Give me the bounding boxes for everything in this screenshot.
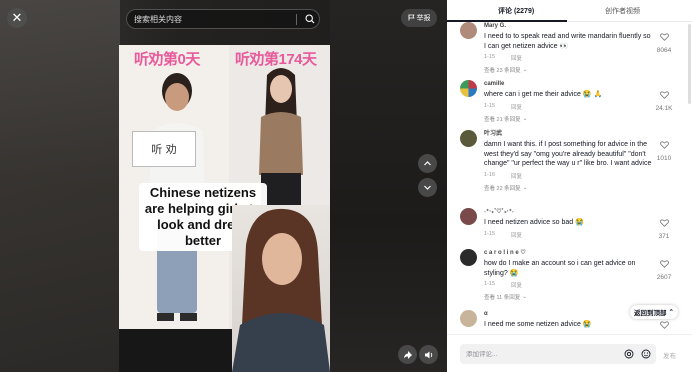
like-button[interactable]: 8064: [652, 28, 676, 54]
heart-icon: [659, 91, 669, 99]
facecam-overlay: [232, 205, 330, 372]
view-replies-link[interactable]: 查看 22 条回复 ⌄: [484, 184, 654, 192]
view-replies-label: 查看 11 条回复: [484, 295, 521, 301]
volume-button[interactable]: [419, 345, 438, 364]
avatar[interactable]: [460, 80, 477, 97]
like-count: 8064: [656, 47, 672, 54]
next-video-button[interactable]: [418, 178, 437, 197]
avatar[interactable]: [460, 310, 477, 327]
tab-comments[interactable]: 评论 (2279): [498, 6, 534, 16]
comment-username[interactable]: ˖⁺‧₊˚♡˚₊‧⁺˖: [484, 208, 654, 217]
view-replies-label: 查看 22 条回复: [484, 185, 521, 192]
comment-username[interactable]: Mary G.: [484, 22, 654, 31]
blurred-background-left: [0, 0, 120, 372]
comment-input-bar: 发布: [447, 334, 692, 372]
volume-icon: [424, 351, 432, 358]
arrow-up-icon: ⌃: [668, 309, 674, 316]
like-button[interactable]: 2607: [652, 255, 676, 281]
reply-button[interactable]: 回复: [511, 281, 522, 289]
comment-username[interactable]: α: [484, 310, 654, 319]
comment-text: I need netizen advice so bad 😭: [484, 219, 584, 226]
like-button[interactable]: 24.1K: [652, 86, 676, 112]
report-button[interactable]: 举报: [401, 9, 437, 27]
heart-icon: [659, 33, 669, 41]
mention-icon[interactable]: [622, 347, 636, 361]
share-button[interactable]: [398, 345, 417, 364]
post-button[interactable]: 发布: [663, 350, 676, 360]
video-player[interactable]: ✕ 举报 听劝第0天 听 劝 听劝第174天: [0, 0, 447, 372]
comments-scrollbar[interactable]: [688, 24, 691, 104]
comment-username[interactable]: c a r o l i n e ♡: [484, 249, 654, 258]
avatar[interactable]: [460, 249, 477, 266]
comment-date: 1-15: [484, 102, 496, 109]
emoji-icon[interactable]: [639, 347, 653, 361]
heart-icon: [659, 321, 669, 329]
like-button[interactable]: 1010: [652, 136, 676, 162]
chevron-up-icon: [424, 161, 431, 166]
comment-text: how do I make an account so i can get ad…: [484, 260, 636, 277]
search-bar: [126, 9, 320, 29]
chevron-down-icon: ⌄: [522, 184, 528, 191]
heart-icon: [659, 219, 669, 227]
comment-username[interactable]: 叶习武: [484, 130, 654, 139]
like-count: 371: [658, 233, 670, 240]
like-count: 24.1K: [655, 105, 673, 112]
view-replies-label: 查看 23 条回复: [484, 68, 521, 74]
close-icon[interactable]: ✕: [7, 8, 27, 28]
like-count: 1010: [656, 155, 672, 162]
comment-date: 1-16: [484, 171, 496, 178]
comment-text: I need me some netizen advice 😭: [484, 321, 592, 328]
chevron-down-icon: ⌄: [522, 67, 528, 73]
view-replies-label: 查看 21 条回复: [484, 116, 521, 123]
chevron-down-icon: ⌄: [522, 294, 527, 300]
comment-text: damn I want this. if I post something fo…: [484, 141, 652, 167]
chevron-down-icon: ⌄: [522, 115, 528, 122]
view-replies-link[interactable]: 查看 11 条回复 ⌄: [484, 293, 654, 301]
comment-text: I need to to speak read and write mandar…: [484, 33, 651, 50]
reply-button[interactable]: 回复: [511, 103, 522, 111]
back-to-top-button[interactable]: 返回到顶部 ⌃: [630, 305, 678, 319]
tab-creator-videos[interactable]: 创作者视频: [605, 6, 640, 16]
reply-button[interactable]: 回复: [511, 54, 522, 62]
report-label: 举报: [416, 15, 431, 22]
comment-list: Mary G. I need to to speak read and writ…: [447, 22, 692, 332]
view-replies-link[interactable]: 查看 23 条回复 ⌄: [484, 66, 654, 74]
heart-icon: [659, 141, 669, 149]
avatar[interactable]: [460, 130, 477, 147]
back-to-top-label: 返回到顶部: [634, 310, 667, 317]
comment-input-wrapper: [460, 344, 656, 364]
video-frame: 听劝第0天 听 劝 听劝第174天 Chinese netizens are h…: [119, 45, 330, 372]
panel-tabs: 评论 (2279) 创作者视频: [447, 0, 692, 22]
comment-date: 1-15: [484, 230, 496, 237]
comment-date: 1-15: [484, 281, 496, 287]
search-divider: [296, 13, 297, 25]
reply-button[interactable]: 回复: [511, 172, 522, 180]
view-replies-link[interactable]: 查看 21 条回复 ⌄: [484, 115, 654, 123]
like-button[interactable]: 371: [652, 214, 676, 240]
avatar[interactable]: [460, 208, 477, 225]
chevron-down-icon: [424, 185, 431, 190]
facecam-person-illustration: [232, 208, 330, 372]
previous-video-button[interactable]: [418, 154, 437, 173]
day-label-before: 听劝第0天: [134, 51, 200, 68]
search-input[interactable]: [134, 14, 292, 24]
comment-input[interactable]: [466, 350, 622, 358]
like-count: 2607: [656, 274, 672, 281]
comment-date: 1-15: [484, 54, 496, 60]
share-icon: [403, 350, 412, 359]
search-icon[interactable]: [301, 14, 319, 24]
comment-text: where can i get me their advice 😭 🙏: [484, 91, 603, 98]
heart-icon: [659, 260, 669, 268]
avatar[interactable]: [460, 22, 477, 39]
sign-board: 听 劝: [132, 131, 196, 167]
reply-button[interactable]: 回复: [511, 231, 522, 239]
flag-icon: [408, 14, 415, 23]
comment-username[interactable]: camille: [484, 80, 654, 89]
